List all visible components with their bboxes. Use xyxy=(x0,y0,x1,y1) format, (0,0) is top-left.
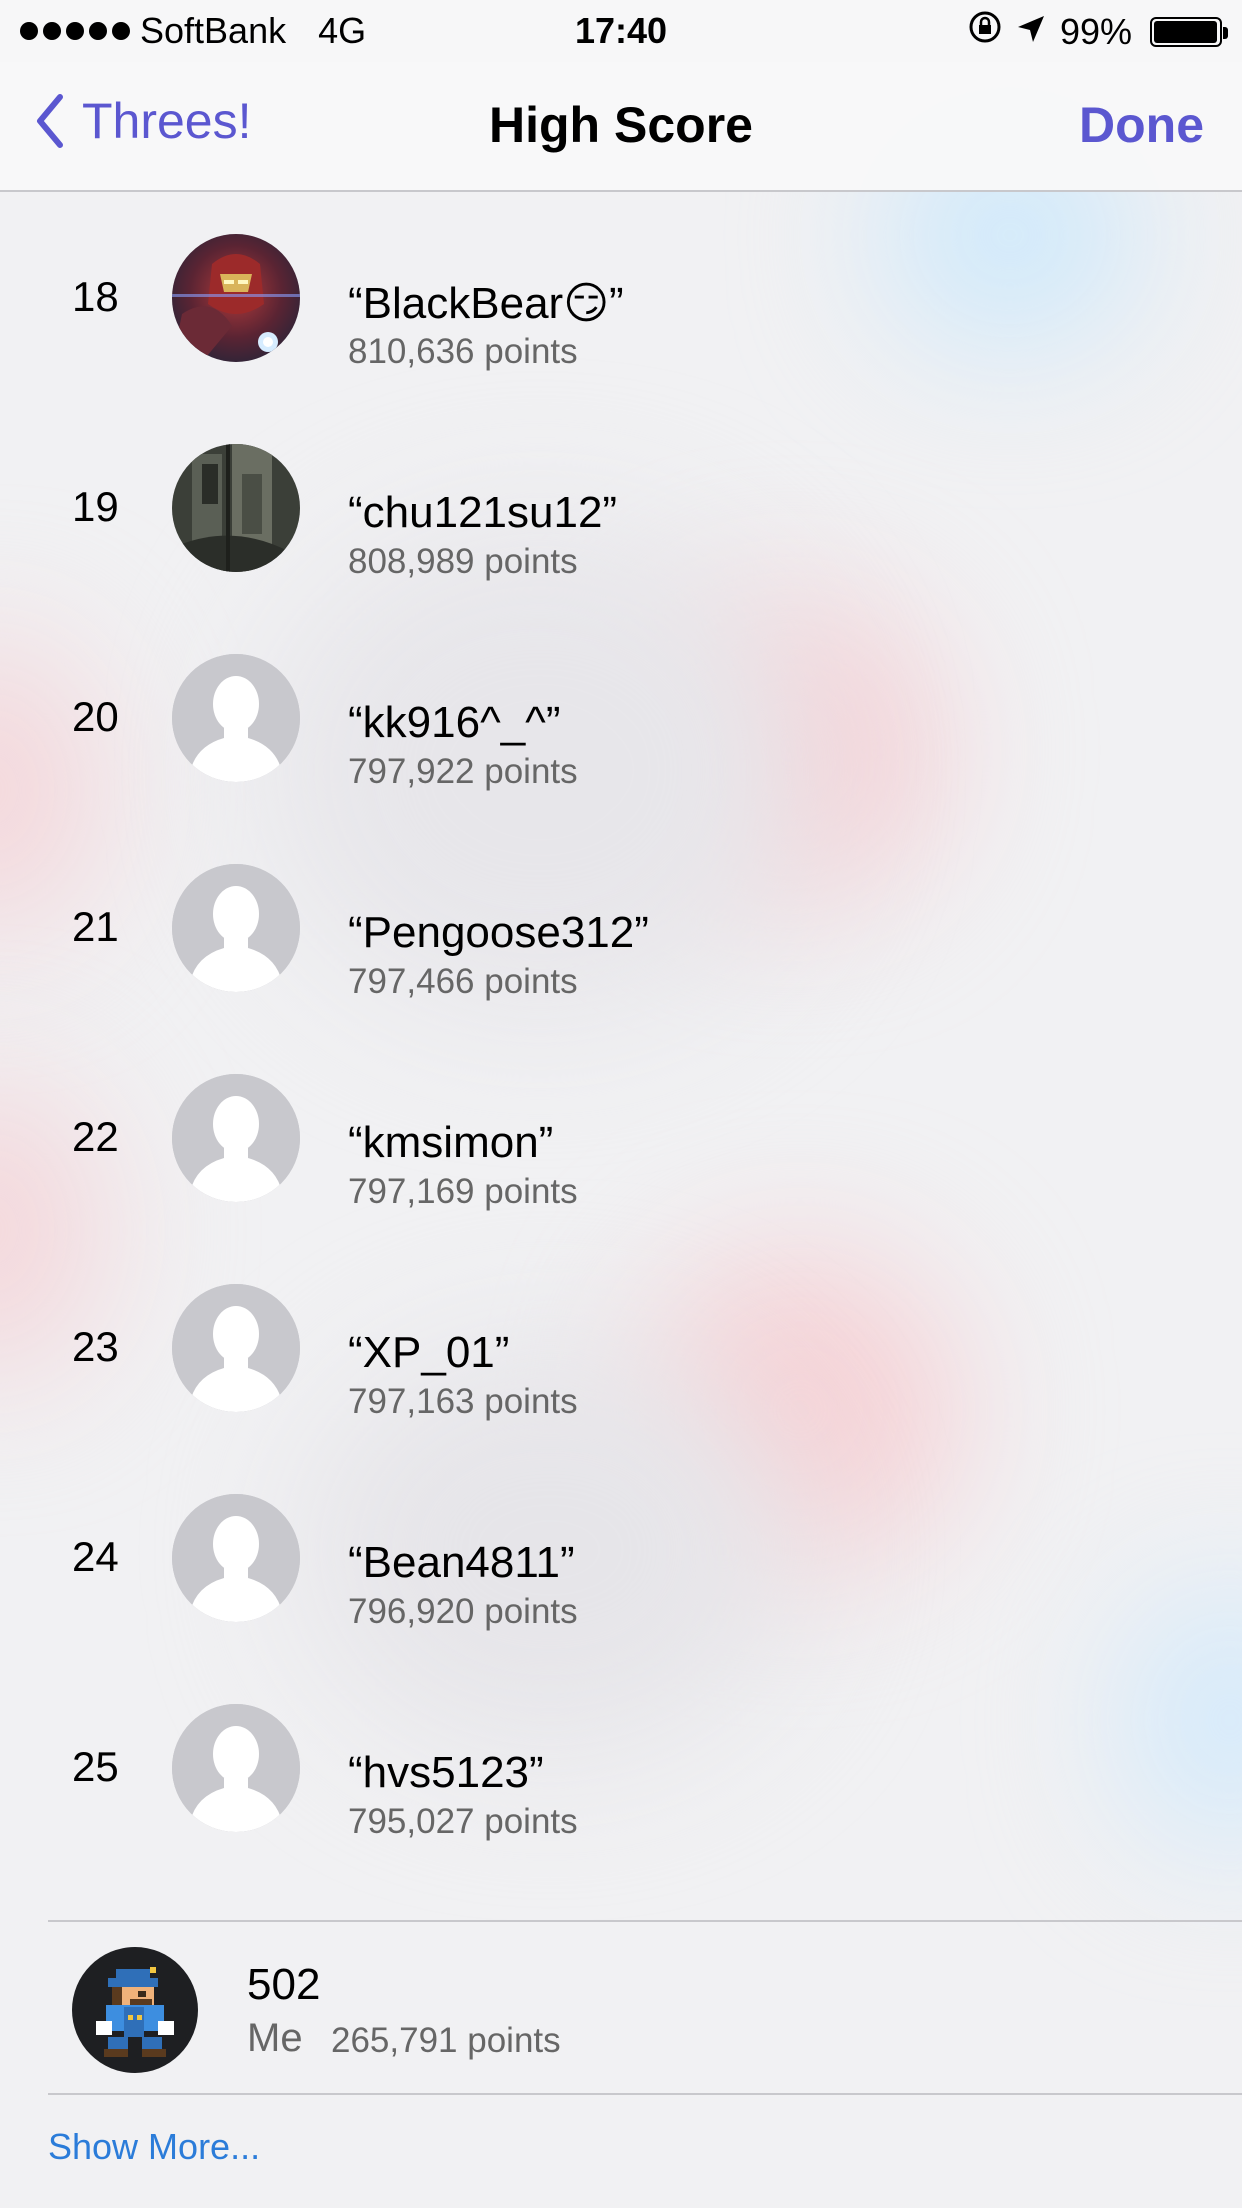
default-avatar-icon xyxy=(172,1704,300,1832)
orientation-lock-icon xyxy=(968,10,1002,53)
avatar xyxy=(72,1947,198,2073)
player-points: 797,922 points xyxy=(348,752,578,791)
location-arrow-icon xyxy=(1016,11,1046,53)
rank-number: 20 xyxy=(72,693,119,740)
rank-number: 22 xyxy=(72,1113,119,1160)
list-item[interactable]: 18 “BlackBear😏” 810,636 points xyxy=(0,192,1242,402)
list-item[interactable]: 25 “hvs5123” 795,027 points xyxy=(0,1662,1242,1872)
status-right: 99% xyxy=(968,10,1228,53)
default-avatar-icon xyxy=(172,1074,300,1202)
pixel-character-icon xyxy=(96,1967,174,2057)
rank-number: 21 xyxy=(72,903,119,950)
my-points: 265,791 points xyxy=(331,2021,561,2060)
avatar xyxy=(172,444,300,572)
default-avatar-icon xyxy=(172,864,300,992)
player-name: “chu121su12” xyxy=(348,488,618,537)
list-item[interactable]: 23 “XP_01” 797,163 points xyxy=(0,1242,1242,1452)
list-item[interactable]: 20 “kk916^_^” 797,922 points xyxy=(0,612,1242,822)
player-points: 797,163 points xyxy=(348,1382,578,1421)
player-points: 796,920 points xyxy=(348,1592,578,1631)
divider xyxy=(48,2093,1242,2095)
player-points: 795,027 points xyxy=(348,1802,578,1841)
player-points: 797,466 points xyxy=(348,962,578,1001)
battery-cap xyxy=(1223,26,1228,39)
battery-level xyxy=(1154,20,1218,43)
player-name: “kmsimon” xyxy=(348,1118,554,1167)
avatar xyxy=(172,234,300,362)
navigation-bar: Threes! High Score Done xyxy=(0,62,1242,192)
player-name: “Bean4811” xyxy=(348,1538,575,1587)
list-item[interactable]: 24 “Bean4811” 796,920 points xyxy=(0,1452,1242,1662)
done-button[interactable]: Done xyxy=(1079,96,1204,154)
list-item[interactable]: 19 “chu121su12” 808,989 points xyxy=(0,402,1242,612)
battery-icon xyxy=(1150,16,1228,47)
rank-number: 25 xyxy=(72,1743,119,1790)
my-rank: 502 xyxy=(247,1960,321,2009)
list-item[interactable]: 21 “Pengoose312” 797,466 points xyxy=(0,822,1242,1032)
rank-number: 18 xyxy=(72,273,119,320)
battery-percent: 99% xyxy=(1059,10,1132,52)
leaderboard-list: 18 “BlackBear😏” 810,636 points 19 “chu121su1… xyxy=(0,192,1242,1872)
high-score-screen: SoftBank 4G 17:40 99% Threes! High Score… xyxy=(0,0,1242,2208)
player-points: 808,989 points xyxy=(348,542,578,581)
status-bar: SoftBank 4G 17:40 99% xyxy=(0,0,1242,62)
page-title: High Score xyxy=(489,97,753,153)
rank-number: 24 xyxy=(72,1533,119,1580)
default-avatar-icon xyxy=(172,1494,300,1622)
player-name: “XP_01” xyxy=(348,1328,510,1377)
my-label: Me xyxy=(247,2016,303,2060)
player-points: 797,169 points xyxy=(348,1172,578,1211)
player-name: “kk916^_^” xyxy=(348,698,561,747)
player-name: “hvs5123” xyxy=(348,1748,544,1797)
rank-number: 23 xyxy=(72,1323,119,1370)
player-name: “Pengoose312” xyxy=(348,908,649,957)
default-avatar-icon xyxy=(172,1284,300,1412)
player-points: 810,636 points xyxy=(348,332,578,371)
my-score-row[interactable]: 502 Me 265,791 points xyxy=(0,1922,1242,2094)
show-more-link[interactable]: Show More... xyxy=(48,2126,260,2168)
list-item[interactable]: 22 “kmsimon” 797,169 points xyxy=(0,1032,1242,1242)
default-avatar-icon xyxy=(172,654,300,782)
player-name: “BlackBear😏” xyxy=(348,279,624,328)
rank-number: 19 xyxy=(72,483,119,530)
